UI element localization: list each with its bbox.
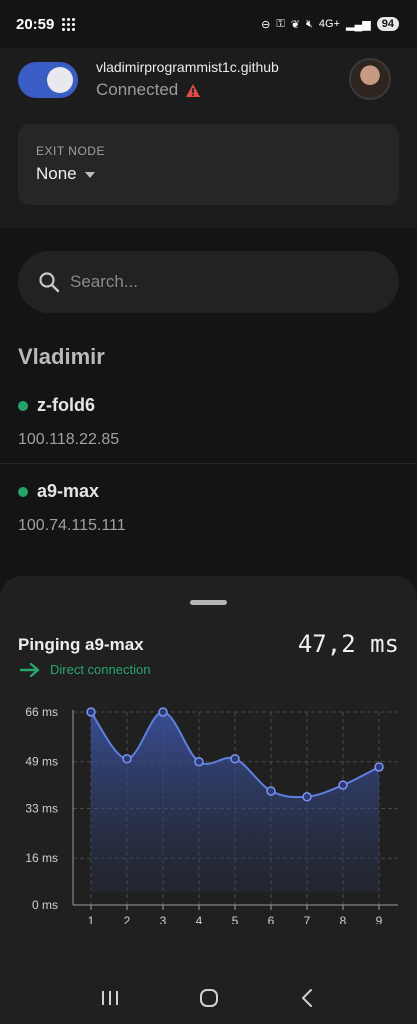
- y-tick-label: 33 ms: [25, 802, 58, 816]
- leaf-icon: ❦: [290, 18, 300, 31]
- ping-point: [374, 762, 384, 772]
- x-tick-label: 4: [196, 914, 203, 924]
- back-icon[interactable]: [297, 987, 319, 1009]
- device-divider: [0, 463, 417, 464]
- mute-icon: 🔇︎: [305, 17, 313, 30]
- online-status-dot: [18, 486, 28, 497]
- exit-node-select[interactable]: None: [36, 164, 95, 184]
- ping-title: Pinging a9-max: [18, 635, 144, 654]
- exit-node-label: EXIT NODE: [36, 144, 105, 158]
- x-tick-label: 2: [124, 914, 131, 924]
- device-item-z-fold6[interactable]: z-fold6 100.118.22.85: [0, 379, 417, 469]
- y-tick-label: 49 ms: [25, 755, 58, 769]
- device-item-a9-max[interactable]: a9-max 100.74.115.111: [0, 465, 417, 555]
- device-ip: 100.74.115.111: [18, 517, 126, 534]
- vpn-toggle[interactable]: [18, 62, 78, 98]
- ping-point: [122, 754, 132, 764]
- avatar[interactable]: [349, 58, 391, 100]
- x-tick-label: 5: [232, 914, 239, 924]
- connection-type: Direct connection: [20, 662, 150, 677]
- battery-level: 94: [376, 17, 399, 31]
- ping-point: [86, 707, 96, 717]
- owner-heading: Vladimir: [18, 344, 105, 369]
- account-name: vladimirprogrammist1c.github: [96, 59, 279, 75]
- system-nav-bar: [0, 972, 417, 1024]
- sheet-drag-handle[interactable]: [190, 600, 227, 605]
- x-tick-label: 1: [88, 914, 95, 924]
- status-right: ⊖ ⚿ ❦ 🔇︎ 4G+ ▂▄▆ 94: [261, 17, 399, 31]
- ping-point: [230, 754, 240, 764]
- ping-latency: 47,2 ms: [297, 630, 399, 658]
- exit-node-card[interactable]: EXIT NODE None: [18, 124, 399, 205]
- recent-apps-icon[interactable]: [99, 987, 121, 1009]
- vpn-key-icon: ⚿: [276, 17, 285, 30]
- home-icon[interactable]: [198, 987, 220, 1009]
- status-time: 20:59: [16, 15, 55, 33]
- connection-status-text: Connected: [96, 80, 179, 99]
- ping-bottom-sheet: Pinging a9-max 47,2 ms Direct connection…: [0, 576, 417, 1024]
- status-left: 20:59: [16, 15, 76, 33]
- caret-down-icon: [84, 172, 95, 178]
- device-name-row: z-fold6: [18, 395, 95, 416]
- x-tick-label: 8: [340, 914, 347, 924]
- device-ip: 100.118.22.85: [18, 431, 120, 448]
- signal-icon: ▂▄▆: [346, 18, 371, 31]
- ping-point: [158, 707, 168, 717]
- exit-node-value: None: [36, 164, 77, 183]
- device-name: a9-max: [37, 481, 100, 501]
- grid-dots-icon: [62, 17, 76, 31]
- arrow-right-icon: [20, 662, 40, 677]
- x-tick-label: 3: [160, 914, 167, 924]
- y-tick-label: 66 ms: [25, 705, 58, 719]
- ping-area: [91, 711, 379, 893]
- toggle-knob: [47, 67, 73, 93]
- ping-point: [266, 786, 276, 796]
- connection-type-label: Direct connection: [50, 662, 151, 677]
- search-input[interactable]: [70, 272, 370, 292]
- connection-status: Connected: [96, 80, 201, 100]
- dnd-icon: ⊖: [261, 18, 271, 31]
- y-tick-label: 0 ms: [32, 898, 58, 912]
- ping-point: [302, 792, 312, 802]
- warning-icon[interactable]: [186, 83, 201, 97]
- ping-point: [194, 756, 204, 767]
- online-status-dot: [18, 400, 28, 411]
- ping-point: [338, 780, 348, 790]
- x-tick-label: 6: [268, 914, 275, 924]
- search-icon: [39, 272, 60, 293]
- status-bar: 20:59 ⊖ ⚿ ❦ 🔇︎ 4G+ ▂▄▆ 94: [0, 0, 417, 48]
- device-name: z-fold6: [37, 395, 95, 415]
- search-bar[interactable]: [18, 251, 399, 313]
- connection-panel: vladimirprogrammist1c.github Connected E…: [0, 48, 417, 228]
- ping-chart: 0 ms 16 ms 33 ms 49 ms 66 ms 1 2 3 4 5 6 7 8 9: [25, 705, 398, 924]
- network-type: 4G+: [318, 18, 341, 30]
- x-tick-label: 9: [376, 914, 383, 924]
- y-tick-label: 16 ms: [25, 851, 58, 865]
- device-name-row: a9-max: [18, 481, 99, 502]
- x-tick-label: 7: [304, 914, 311, 924]
